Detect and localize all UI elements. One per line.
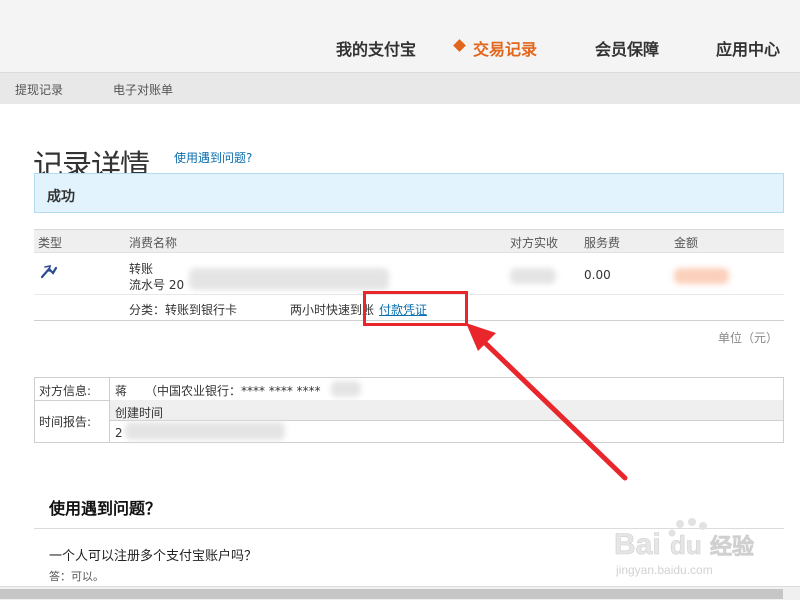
faq-divider bbox=[34, 528, 784, 529]
scrollbar-thumb[interactable] bbox=[0, 589, 783, 599]
horizontal-scrollbar[interactable] bbox=[0, 586, 800, 600]
faq-question[interactable]: 一个人可以注册多个支付宝账户吗？ bbox=[49, 545, 257, 564]
faq-answer: 答：可以。 bbox=[49, 570, 104, 583]
faq-title: 使用遇到问题？ bbox=[49, 499, 162, 518]
